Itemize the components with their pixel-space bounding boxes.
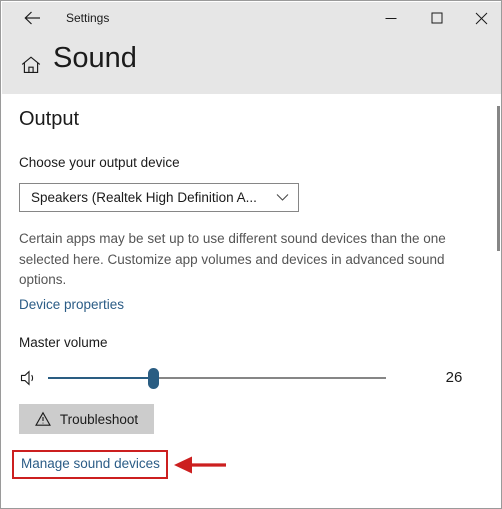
page-header: Sound: [2, 34, 501, 94]
close-button[interactable]: [458, 2, 501, 34]
title-bar: Settings: [2, 2, 501, 34]
left-pointing-arrow-icon: [174, 456, 226, 474]
minimize-icon: [385, 12, 397, 24]
vertical-scrollbar[interactable]: [495, 94, 501, 508]
device-properties-link[interactable]: Device properties: [19, 297, 124, 312]
maximize-icon: [431, 12, 443, 24]
output-device-label: Choose your output device: [19, 155, 180, 170]
troubleshoot-button[interactable]: Troubleshoot: [19, 404, 154, 434]
section-heading-output: Output: [19, 108, 80, 130]
output-description-text: Certain apps may be set up to use differ…: [19, 231, 446, 287]
slider-thumb[interactable]: [148, 368, 159, 389]
troubleshoot-label: Troubleshoot: [59, 411, 139, 427]
manage-sound-devices-link[interactable]: Manage sound devices: [21, 456, 160, 471]
scrollbar-thumb[interactable]: [497, 106, 500, 251]
window-title: Settings: [66, 11, 110, 25]
minimize-button[interactable]: [368, 2, 414, 34]
master-volume-slider[interactable]: [48, 360, 386, 396]
output-device-select[interactable]: Speakers (Realtek High Definition A...: [19, 183, 299, 212]
page-title: Sound: [53, 42, 137, 74]
back-arrow-icon: [23, 11, 41, 25]
master-volume-row: 26: [19, 360, 479, 396]
speaker-volume-icon[interactable]: [19, 368, 39, 388]
slider-track-fill: [48, 377, 154, 379]
maximize-button[interactable]: [414, 2, 460, 34]
chevron-down-icon: [276, 184, 289, 211]
settings-window: Settings Sound Output Choose your output…: [0, 0, 502, 509]
close-icon: [475, 12, 488, 25]
output-device-selected-value: Speakers (Realtek High Definition A...: [31, 190, 257, 205]
back-button[interactable]: [15, 2, 49, 34]
warning-triangle-icon: [34, 411, 51, 427]
content-area: Output Choose your output device Speaker…: [2, 94, 501, 508]
master-volume-label: Master volume: [19, 335, 108, 350]
master-volume-value: 26: [445, 369, 463, 386]
home-icon[interactable]: [19, 53, 43, 77]
